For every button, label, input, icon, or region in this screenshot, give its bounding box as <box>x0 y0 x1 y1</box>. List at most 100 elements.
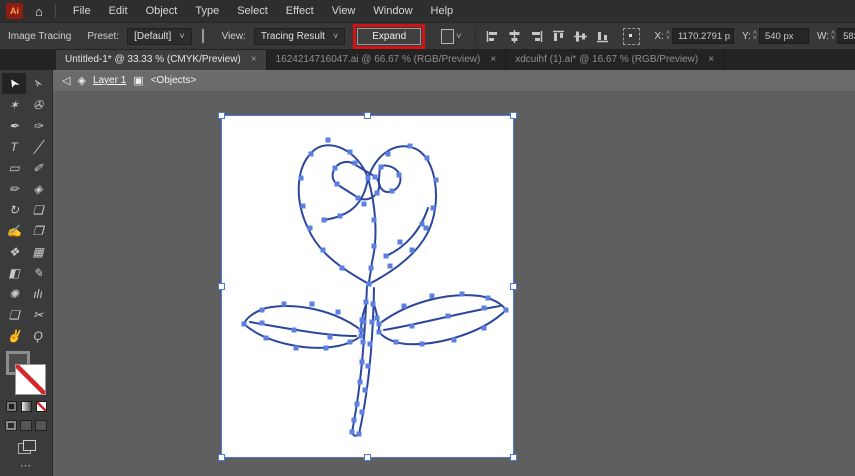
draw-behind-button[interactable] <box>20 420 32 431</box>
paintbrush-icon: ✐ <box>32 160 44 175</box>
shaper-icon: ✏ <box>8 181 20 196</box>
color-button[interactable] <box>5 401 17 412</box>
back-arrow-icon[interactable]: ◁ <box>62 74 70 87</box>
menu-view[interactable]: View <box>323 5 365 17</box>
slice-tool[interactable]: ✂ <box>26 304 50 325</box>
align-middle-icon[interactable] <box>574 30 588 43</box>
shaper-tool[interactable]: ✏ <box>2 178 26 199</box>
tab-xdcuihf[interactable]: xdcuihf (1).ai* @ 16.67 % (RGB/Preview) … <box>506 48 725 70</box>
preset-dropdown[interactable]: [Default] ˅ <box>127 27 192 45</box>
pen-tool[interactable]: ✒ <box>2 115 26 136</box>
menu-effect[interactable]: Effect <box>277 5 323 17</box>
menu-file[interactable]: File <box>64 5 100 17</box>
stroke-none-swatch[interactable] <box>15 364 46 395</box>
column-graph-tool[interactable]: ılı <box>26 283 50 304</box>
align-bottom-icon[interactable] <box>596 30 609 43</box>
w-input[interactable]: 583.5 px <box>837 28 855 44</box>
x-input[interactable]: 1170.2791 p <box>671 28 734 44</box>
rectangle-tool[interactable]: ▭ <box>2 157 26 178</box>
lasso-tool[interactable]: ✇ <box>26 94 50 115</box>
eyedropper-tool[interactable]: ✎ <box>26 262 50 283</box>
tab-untitled-1[interactable]: Untitled-1* @ 33.33 % (CMYK/Preview) × <box>56 48 267 70</box>
export-document-icon[interactable]: ˅ <box>441 28 461 44</box>
type-tool[interactable]: T <box>2 136 26 157</box>
view-dropdown[interactable]: Tracing Result ˅ <box>253 27 346 45</box>
menu-select[interactable]: Select <box>228 5 277 17</box>
align-top-icon[interactable] <box>552 30 565 43</box>
drawing-mode-buttons <box>5 420 47 431</box>
traced-rose-artwork[interactable] <box>222 116 513 457</box>
selection-handle-top-center[interactable] <box>364 112 371 119</box>
gradient-tool[interactable]: ◧ <box>2 262 26 283</box>
petal-seam-right <box>385 207 429 257</box>
separator <box>475 27 477 45</box>
none-button[interactable] <box>35 401 47 412</box>
expand-button[interactable]: Expand <box>357 27 422 45</box>
menu-type[interactable]: Type <box>186 5 228 17</box>
selection-handle-top-right[interactable] <box>510 112 517 119</box>
symbol-sprayer-tool[interactable]: ✺ <box>2 283 26 304</box>
document-tab-bar: Untitled-1* @ 33.33 % (CMYK/Preview) × 1… <box>0 48 855 70</box>
tab-label: 1624214716047.ai @ 66.67 % (RGB/Preview) <box>275 53 481 65</box>
breadcrumb-objects: <Objects> <box>150 75 197 86</box>
hand-tool[interactable]: ✌ <box>2 325 26 346</box>
direct-selection-tool[interactable]: ➢ <box>26 73 50 94</box>
menu-object[interactable]: Object <box>137 5 187 17</box>
x-field: X: ˄ ˅ 1170.2791 p <box>650 28 734 44</box>
magic-wand-tool[interactable]: ✶ <box>2 94 26 115</box>
gradient-button[interactable] <box>20 401 32 412</box>
align-right-icon[interactable] <box>530 30 543 43</box>
selection-handle-bottom-right[interactable] <box>510 454 517 461</box>
artboard-tool[interactable]: ❑ <box>2 304 26 325</box>
menu-window[interactable]: Window <box>364 5 421 17</box>
x-stepper[interactable]: ˄ ˅ <box>666 30 670 42</box>
reference-point-icon[interactable] <box>623 27 641 45</box>
zoom-tool[interactable]: Ǫ <box>26 325 50 346</box>
image-trace-panel-icon[interactable] <box>201 29 204 43</box>
curvature-tool[interactable]: ✑ <box>26 115 50 136</box>
rotate-tool[interactable]: ↻ <box>2 199 26 220</box>
draw-normal-button[interactable] <box>5 420 17 431</box>
draw-inside-button[interactable] <box>35 420 47 431</box>
mesh-tool[interactable]: ▦ <box>26 241 50 262</box>
close-icon[interactable]: × <box>251 54 257 65</box>
chevron-down-icon: ˅ <box>332 31 339 41</box>
menu-help[interactable]: Help <box>422 5 463 17</box>
line-segment-tool[interactable]: ╱ <box>26 136 50 157</box>
canvas-area[interactable] <box>53 91 855 476</box>
paintbrush-tool[interactable]: ✐ <box>26 157 50 178</box>
annotation-highlight-box: Expand <box>353 23 426 49</box>
selection-handle-bottom-left[interactable] <box>218 454 225 461</box>
selection-tool[interactable]: ➤ <box>2 73 26 94</box>
type-icon: T <box>10 139 18 154</box>
color-mode-buttons <box>5 401 47 412</box>
edit-toolbar-ellipsis[interactable]: ⋯ <box>20 459 32 472</box>
close-icon[interactable]: × <box>708 54 714 65</box>
selection-handle-top-left[interactable] <box>218 112 225 119</box>
artboard[interactable] <box>218 112 517 461</box>
fill-stroke-indicator[interactable] <box>6 351 46 395</box>
free-transform-tool[interactable]: ❐ <box>26 220 50 241</box>
align-center-icon[interactable] <box>508 29 521 43</box>
close-icon[interactable]: × <box>490 54 496 65</box>
rectangle-icon: ▭ <box>8 160 20 175</box>
y-input[interactable]: 540 px <box>758 28 809 44</box>
align-left-icon[interactable] <box>486 30 499 43</box>
w-stepper[interactable]: ˄ ˅ <box>831 30 835 42</box>
home-icon[interactable]: ⌂ <box>35 5 43 18</box>
lasso-icon: ✇ <box>32 97 44 112</box>
y-stepper[interactable]: ˄ ˅ <box>753 30 757 42</box>
screen-mode-button[interactable] <box>18 440 36 454</box>
shape-builder-tool[interactable]: ❖ <box>2 241 26 262</box>
width-tool[interactable]: ✍ <box>2 220 26 241</box>
tab-bar-spacer <box>0 48 56 70</box>
tab-1624214716047[interactable]: 1624214716047.ai @ 66.67 % (RGB/Preview)… <box>267 48 507 70</box>
scale-icon: ❏ <box>32 202 44 217</box>
selection-handle-middle-left[interactable] <box>218 283 225 290</box>
menu-edit[interactable]: Edit <box>100 5 137 17</box>
breadcrumb-layer[interactable]: Layer 1 <box>93 75 126 86</box>
selection-handle-middle-right[interactable] <box>510 283 517 290</box>
selection-handle-bottom-center[interactable] <box>364 454 371 461</box>
scale-tool[interactable]: ❏ <box>26 199 50 220</box>
eraser-tool[interactable]: ◈ <box>26 178 50 199</box>
